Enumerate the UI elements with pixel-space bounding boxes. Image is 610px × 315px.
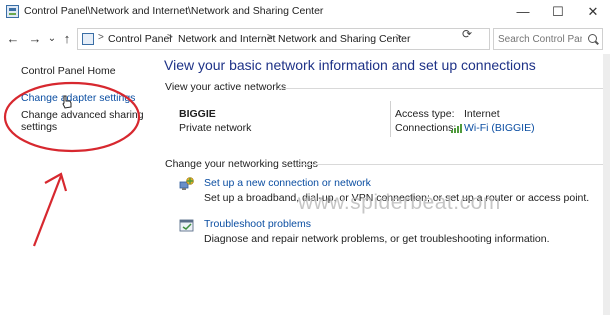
troubleshoot-description: Diagnose and repair network problems, or… xyxy=(204,233,550,245)
network-type[interactable]: Private network xyxy=(179,122,251,134)
close-button[interactable]: ✕ xyxy=(570,0,610,24)
window-title: Control Panel\Network and Internet\Netwo… xyxy=(24,5,324,17)
forward-arrow-icon[interactable]: → xyxy=(26,30,44,48)
troubleshoot-icon xyxy=(179,218,195,232)
address-bar[interactable]: > Control Panel > Network and Internet >… xyxy=(77,28,490,50)
breadcrumb-separator[interactable]: > xyxy=(267,32,273,43)
troubleshoot-problems-link[interactable]: Troubleshoot problems xyxy=(204,218,311,230)
change-adapter-settings-link[interactable]: Change adapter settings xyxy=(21,92,135,104)
link-line: Change advanced sharing xyxy=(21,109,144,121)
search-box[interactable] xyxy=(493,28,603,50)
setup-connection-link[interactable]: Set up a new connection or network xyxy=(204,177,371,189)
control-panel-home-link[interactable]: Control Panel Home xyxy=(21,65,116,77)
connections-label: Connections: xyxy=(395,122,457,134)
divider xyxy=(278,88,606,89)
left-pane: Control Panel Home Change adapter settin… xyxy=(0,54,160,315)
change-advanced-sharing-settings-link[interactable]: Change advanced sharing settings xyxy=(21,109,144,133)
hand-cursor-icon xyxy=(62,95,72,109)
back-arrow-icon[interactable]: ← xyxy=(4,30,22,48)
search-icon[interactable] xyxy=(588,34,597,43)
divider xyxy=(298,164,606,165)
breadcrumb-network-and-sharing-center[interactable]: Network and Sharing Center xyxy=(278,33,411,45)
address-row: ← → ⌄ ↑ > Control Panel > Network and In… xyxy=(0,24,610,54)
search-input[interactable] xyxy=(498,32,582,46)
up-arrow-icon[interactable]: ↑ xyxy=(58,30,76,48)
access-type-label: Access type: xyxy=(395,108,455,120)
wifi-connection-link[interactable]: Wi-Fi (BIGGIE) xyxy=(464,122,535,134)
breadcrumb-separator[interactable]: > xyxy=(167,32,173,43)
breadcrumb-network-and-internet[interactable]: Network and Internet xyxy=(178,33,275,45)
main-content: View your basic network information and … xyxy=(160,54,610,315)
network-setup-icon xyxy=(179,176,195,190)
access-type-value: Internet xyxy=(464,108,500,120)
wifi-signal-icon xyxy=(451,124,463,133)
control-panel-icon xyxy=(82,33,94,45)
active-networks-title: View your active networks xyxy=(165,81,287,93)
link-line: settings xyxy=(21,121,58,133)
title-bar: Control Panel\Network and Internet\Netwo… xyxy=(0,0,610,24)
page-title: View your basic network information and … xyxy=(164,57,536,73)
breadcrumb-control-panel[interactable]: Control Panel xyxy=(108,33,172,45)
refresh-icon[interactable]: ⟳ xyxy=(462,27,472,41)
scrollbar-track[interactable] xyxy=(603,54,610,315)
watermark: www.spiderbeat.com xyxy=(298,191,501,214)
divider xyxy=(390,101,391,137)
control-panel-icon xyxy=(6,5,19,18)
breadcrumb-separator[interactable]: > xyxy=(98,32,104,43)
network-name: BIGGIE xyxy=(179,108,216,120)
change-settings-title: Change your networking settings xyxy=(165,158,318,170)
breadcrumb-separator[interactable]: > xyxy=(396,32,402,43)
